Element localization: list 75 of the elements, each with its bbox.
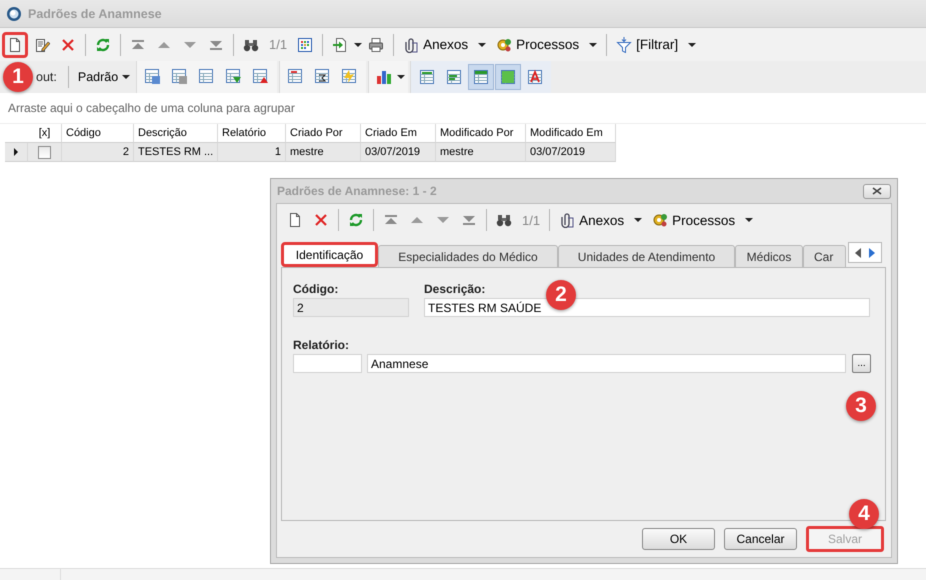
tab[interactable]: Médicos bbox=[735, 245, 803, 267]
table-icon bbox=[473, 69, 490, 85]
layout-dropdown[interactable]: Padrão bbox=[74, 68, 134, 86]
column-header[interactable]: Criado Por bbox=[286, 124, 361, 143]
column-header[interactable]: Criado Em bbox=[361, 124, 436, 143]
processes-menu[interactable]: Processos bbox=[648, 210, 758, 230]
caret-icon bbox=[354, 42, 362, 46]
table-icon bbox=[500, 69, 516, 85]
caret-icon bbox=[478, 42, 486, 46]
row-checkbox[interactable] bbox=[38, 146, 51, 158]
binoculars-icon[interactable] bbox=[496, 212, 512, 228]
scroll-right-icon[interactable] bbox=[867, 246, 877, 258]
scroll-left-icon[interactable] bbox=[853, 246, 863, 258]
close-icon bbox=[872, 187, 882, 195]
tab[interactable]: Unidades de Atendimento bbox=[558, 245, 735, 267]
column-header[interactable]: Relatório bbox=[218, 124, 286, 143]
edit-icon[interactable] bbox=[34, 36, 50, 52]
table-cell: mestre bbox=[436, 143, 526, 162]
bar-chart-icon[interactable] bbox=[376, 69, 392, 85]
tab[interactable]: Car bbox=[803, 245, 846, 267]
refresh-icon[interactable] bbox=[348, 212, 364, 228]
paperclip-icon bbox=[403, 36, 420, 52]
dialog-title: Padrões de Anamnese: 1 - 2 bbox=[277, 184, 437, 198]
table-cell: 1 bbox=[218, 143, 286, 162]
app-logo-icon bbox=[6, 6, 22, 22]
new-document-icon[interactable] bbox=[7, 36, 23, 52]
delete-icon[interactable] bbox=[313, 212, 329, 228]
new-document-icon[interactable] bbox=[287, 212, 303, 228]
import-icon[interactable] bbox=[332, 36, 348, 52]
input-field[interactable]: Anamnese bbox=[367, 354, 846, 373]
caret-icon bbox=[397, 75, 406, 79]
delete-icon[interactable] bbox=[60, 36, 76, 52]
printer-icon[interactable] bbox=[368, 36, 384, 52]
column-header[interactable]: Modificado Em bbox=[526, 124, 616, 143]
view-toggle-button[interactable] bbox=[468, 64, 494, 90]
layout-label: out: bbox=[36, 70, 58, 84]
field-label: Relatório: bbox=[293, 338, 350, 352]
close-button[interactable] bbox=[863, 184, 891, 198]
column-header[interactable]: [x] bbox=[28, 124, 62, 143]
column-header[interactable]: Modificado Por bbox=[436, 124, 526, 143]
browse-button[interactable]: ... bbox=[852, 354, 871, 373]
table-icon bbox=[419, 69, 436, 85]
processes-menu[interactable]: Processos bbox=[492, 34, 602, 54]
field-label: Descrição: bbox=[424, 282, 486, 296]
caret-icon bbox=[122, 75, 130, 79]
caret-icon bbox=[688, 42, 696, 46]
table-icon bbox=[446, 69, 462, 85]
filter-menu[interactable]: [Filtrar] bbox=[612, 34, 700, 54]
paperclip-icon bbox=[559, 212, 576, 228]
table-icon bbox=[527, 69, 544, 85]
caret-icon bbox=[589, 42, 598, 46]
calendar-grid-icon[interactable] bbox=[297, 36, 314, 52]
tab[interactable]: Especialidades do Médico bbox=[378, 245, 558, 267]
table-cell: 03/07/2019 bbox=[361, 143, 436, 162]
attachments-menu[interactable]: Anexos bbox=[555, 210, 646, 230]
table-cell: 03/07/2019 bbox=[526, 143, 616, 162]
dialog-button[interactable]: Cancelar bbox=[724, 528, 797, 550]
column-header[interactable]: Código bbox=[62, 124, 134, 143]
record-counter: 1/1 bbox=[521, 212, 542, 228]
funnel-icon bbox=[616, 36, 632, 52]
record-counter: 1/1 bbox=[268, 37, 288, 52]
tab[interactable]: Identificação bbox=[281, 242, 378, 267]
refresh-icon[interactable] bbox=[95, 36, 111, 52]
input-field[interactable] bbox=[293, 354, 362, 373]
attachments-menu[interactable]: Anexos bbox=[399, 34, 490, 54]
window-title: Padrões de Anamnese bbox=[28, 6, 162, 20]
column-header[interactable]: Descrição bbox=[134, 124, 218, 143]
table-cell: 2 bbox=[62, 143, 134, 162]
dialog-button[interactable]: OK bbox=[642, 528, 715, 550]
caret-icon bbox=[634, 218, 642, 222]
table-cell: TESTES RM ... bbox=[134, 143, 218, 162]
field-label: Código: bbox=[293, 282, 338, 296]
caret-icon bbox=[745, 218, 754, 222]
table-cell: mestre bbox=[286, 143, 361, 162]
view-toggle-button[interactable] bbox=[495, 64, 522, 90]
